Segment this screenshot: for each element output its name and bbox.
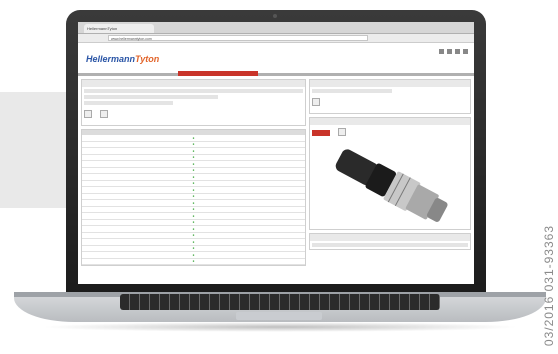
main-content: ● ● ● ● ● ● ● ● ● ● ● ● ● ● ● ● ● ● ● ● (78, 76, 474, 269)
action-button[interactable] (100, 110, 109, 118)
order-panel (309, 79, 471, 114)
spec-table: ● ● ● ● ● ● ● ● ● ● ● ● ● ● ● ● ● ● ● ● (82, 130, 305, 265)
spec-panel: ● ● ● ● ● ● ● ● ● ● ● ● ● ● ● ● ● ● ● ● (81, 129, 306, 266)
status-check-icon: ● (145, 258, 242, 265)
spec-label (82, 258, 146, 265)
laptop-shadow (40, 322, 520, 332)
panel-title (310, 234, 470, 241)
text-line (84, 89, 303, 93)
logo-main-text: Hellermann (86, 54, 136, 64)
document-code: 03/2016 031-93363 (542, 224, 556, 346)
camera-icon (273, 14, 277, 18)
url-field[interactable]: www.hellermanntyton.com (108, 35, 368, 41)
header-tool-icon[interactable] (447, 49, 452, 54)
connector-image (335, 149, 448, 222)
table-row: ● (82, 258, 305, 265)
notes-panel (309, 233, 471, 250)
header-tools (439, 49, 468, 54)
laptop-screen: HellermannTyton www.hellermanntyton.com … (78, 22, 474, 284)
text-line (312, 89, 392, 93)
logo-accent-text: Tyton (135, 54, 160, 64)
keyboard (120, 294, 440, 310)
browser-addressbar: www.hellermanntyton.com (78, 34, 474, 43)
image-tab-button[interactable] (338, 128, 347, 136)
active-nav-tab[interactable] (178, 71, 258, 76)
action-button[interactable] (84, 110, 92, 118)
left-column: ● ● ● ● ● ● ● ● ● ● ● ● ● ● ● ● ● ● ● ● (81, 79, 306, 269)
header-tool-icon[interactable] (463, 49, 468, 54)
panel-title (310, 118, 470, 125)
header-tool-icon[interactable] (439, 49, 444, 54)
trackpad (236, 312, 322, 320)
site-header: HellermannTyton (78, 43, 474, 76)
text-line (84, 101, 174, 105)
action-button[interactable] (312, 98, 320, 106)
browser-tab[interactable]: HellermannTyton (84, 24, 154, 33)
product-info-panel (81, 79, 306, 126)
product-image (310, 143, 470, 229)
image-tab-button[interactable] (312, 130, 330, 136)
header-tool-icon[interactable] (455, 49, 460, 54)
panel-title (82, 80, 305, 87)
right-column (309, 79, 471, 269)
image-panel (309, 117, 471, 230)
browser-tabbar: HellermannTyton (78, 22, 474, 34)
text-line (84, 95, 218, 99)
spec-value (241, 258, 305, 265)
site-logo[interactable]: HellermannTyton (86, 54, 159, 64)
panel-title (310, 80, 470, 87)
text-line (312, 243, 468, 247)
